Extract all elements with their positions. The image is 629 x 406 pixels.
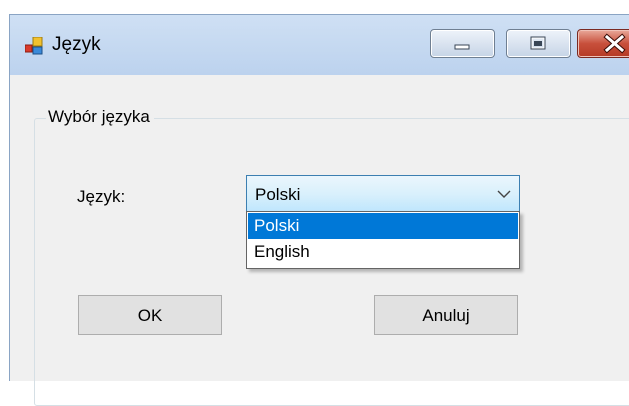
maximize-icon xyxy=(530,36,546,50)
dialog-body: Wybór języka Język: Polski Polski Englis… xyxy=(10,75,629,406)
maximize-button[interactable] xyxy=(506,29,571,58)
window-title: Język xyxy=(52,34,101,55)
title-bar[interactable]: Język xyxy=(10,15,629,75)
language-dialog: Język Wybór języka Język: Polski Polski … xyxy=(9,14,629,406)
minimize-icon xyxy=(454,44,470,50)
minimize-button[interactable] xyxy=(430,29,495,58)
close-icon xyxy=(603,33,626,54)
language-combobox[interactable]: Polski xyxy=(246,175,520,213)
close-button[interactable] xyxy=(577,29,629,58)
language-combobox-value: Polski xyxy=(255,185,301,204)
application-icon[interactable] xyxy=(24,36,43,55)
groupbox-title: Wybór języka xyxy=(46,107,154,127)
dropdown-option-polski[interactable]: Polski xyxy=(248,213,518,239)
cancel-button[interactable]: Anuluj xyxy=(374,295,518,335)
dropdown-option-english[interactable]: English xyxy=(248,239,518,265)
language-dropdown-list: Polski English xyxy=(246,211,520,269)
language-label: Język: xyxy=(77,187,126,206)
chevron-down-icon xyxy=(497,190,511,198)
ok-button[interactable]: OK xyxy=(78,295,222,335)
